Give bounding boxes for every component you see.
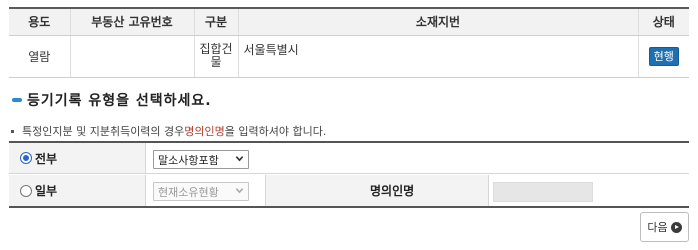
property-table: 용도 부동산 고유번호 구분 소재지번 상태 열람 집합건물 서울특별시 현행 [9, 7, 689, 78]
header-address: 소재지번 [237, 7, 638, 36]
arrow-right-circle-icon [670, 221, 682, 233]
chevron-down-icon [235, 156, 244, 162]
option-row-all: 전부 말소사항포함 [9, 143, 689, 174]
chevron-down-icon [235, 188, 244, 194]
option-all[interactable]: 전부 [9, 143, 146, 173]
partial-scope-value: 현재소유현황 [158, 185, 219, 199]
header-use: 용도 [9, 7, 70, 36]
owner-name-label: 명의인명 [265, 175, 489, 206]
status-badge: 현행 [648, 46, 679, 66]
input-note: 특정인지분 및 지분취득이력의 경우 명의인명 을 입력하셔야 합니다. [11, 123, 326, 139]
radio-all[interactable] [20, 152, 32, 164]
cell-status: 현행 [637, 35, 689, 78]
next-button[interactable]: 다음 [640, 212, 689, 242]
option-row-partial: 일부 현재소유현황 명의인명 [9, 175, 689, 206]
note-text-after: 을 입력하셔야 합니다. [224, 125, 327, 138]
note-bullet-icon [11, 129, 14, 133]
record-type-options: 전부 말소사항포함 일부 현재소유현황 명의인명 [9, 141, 689, 208]
header-status: 상태 [637, 7, 689, 36]
option-partial[interactable]: 일부 [9, 175, 146, 206]
all-scope-select[interactable]: 말소사항포함 [153, 150, 249, 169]
cell-property-id [69, 35, 194, 78]
cell-use: 열람 [9, 35, 70, 78]
header-property-id: 부동산 고유번호 [69, 7, 194, 36]
section-bullet-icon [12, 98, 22, 102]
owner-name-input[interactable] [493, 182, 593, 202]
partial-scope-select[interactable]: 현재소유현황 [153, 182, 249, 201]
note-highlight: 명의인명 [184, 125, 225, 138]
option-partial-label: 일부 [35, 184, 58, 198]
radio-partial[interactable] [20, 184, 32, 197]
table-row: 열람 집합건물 서울특별시 현행 [9, 35, 689, 78]
option-all-label: 전부 [35, 151, 58, 166]
table-header-row: 용도 부동산 고유번호 구분 소재지번 상태 [9, 7, 689, 36]
section-heading: 등기기록 유형을 선택하세요. [12, 90, 212, 110]
header-type: 구분 [193, 7, 238, 36]
section-title: 등기기록 유형을 선택하세요. [27, 93, 212, 109]
cell-type: 집합건물 [193, 35, 238, 78]
all-scope-value: 말소사항포함 [158, 153, 219, 167]
note-text-before: 특정인지분 및 지분취득이력의 경우 [22, 125, 185, 138]
next-button-label: 다음 [647, 221, 668, 234]
cell-address: 서울특별시 [237, 35, 638, 78]
